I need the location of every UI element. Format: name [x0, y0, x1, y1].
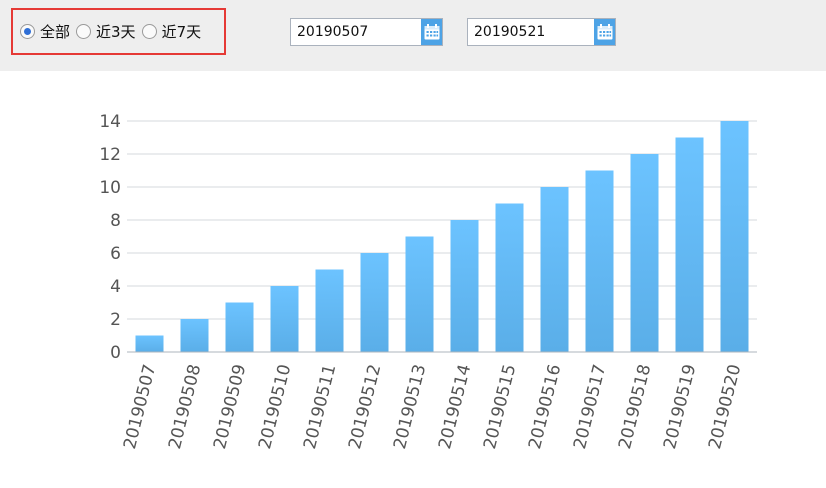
x-tick-label: 20190520 — [705, 362, 745, 451]
date-filter-radio-group: 全部 近3天 近7天 — [11, 8, 226, 55]
bar-20190511[interactable] — [315, 269, 344, 353]
start-date-calendar-button[interactable] — [421, 19, 442, 45]
y-tick-label: 12 — [99, 145, 121, 165]
radio-button-last-3-days[interactable] — [76, 24, 92, 39]
bar-20190514[interactable] — [450, 220, 479, 352]
end-date-field — [467, 18, 616, 46]
y-axis-tick-labels: 0 2 4 6 8 10 12 14 — [99, 112, 121, 363]
radio-option-last-7-days[interactable]: 近7天 — [141, 21, 202, 42]
radio-label-last-3-days: 近3天 — [96, 23, 136, 41]
x-tick-label: 20190509 — [210, 362, 250, 451]
bar-20190516[interactable] — [540, 187, 569, 352]
bar-chart: 02468101214 20190507 20190508 20190509 2019… — [99, 112, 757, 451]
calendar-icon — [597, 24, 612, 40]
y-tick-label: 2 — [110, 310, 121, 330]
chart-bars — [135, 121, 749, 353]
y-tick-label: 8 — [110, 211, 121, 231]
bar-20190510[interactable] — [270, 286, 299, 352]
bar-20190512[interactable] — [360, 253, 389, 352]
bar-20190515[interactable] — [495, 203, 524, 353]
y-tick-label: 6 — [110, 244, 121, 264]
x-tick-label: 20190517 — [570, 362, 610, 451]
radio-option-last-3-days[interactable]: 近3天 — [76, 21, 136, 42]
x-tick-label: 20190518 — [615, 362, 655, 451]
chart-gridlines — [127, 120, 757, 353]
bar-20190519[interactable] — [675, 137, 704, 353]
radio-label-last-7-days: 近7天 — [161, 23, 202, 41]
x-tick-label: 20190510 — [255, 362, 295, 451]
x-tick-label: 20190519 — [660, 362, 700, 451]
bar-20190507[interactable] — [135, 335, 164, 353]
x-axis-tick-labels: 20190507 20190508 20190509 20190510 20190511… — [120, 362, 745, 451]
bar-20190508[interactable] — [180, 319, 209, 352]
x-tick-label: 20190507 — [120, 362, 160, 451]
radio-option-all[interactable]: 全部 — [20, 21, 70, 42]
bar-20190520[interactable] — [720, 121, 749, 352]
bar-20190518[interactable] — [630, 154, 659, 352]
x-tick-label: 20190514 — [435, 362, 475, 451]
x-tick-label: 20190515 — [480, 362, 520, 451]
start-date-input[interactable] — [291, 19, 421, 45]
x-tick-label: 20190508 — [165, 362, 205, 451]
x-tick-label: 20190511 — [300, 362, 340, 451]
radio-button-last-7-days[interactable] — [141, 24, 157, 39]
start-date-field — [290, 18, 443, 46]
x-tick-label: 20190512 — [345, 362, 385, 451]
bar-20190517[interactable] — [585, 170, 614, 353]
y-tick-label: 10 — [99, 178, 121, 198]
x-tick-label: 20190513 — [390, 362, 430, 451]
end-date-calendar-button[interactable] — [594, 19, 615, 45]
radio-label-all: 全部 — [40, 23, 71, 41]
y-tick-label: 4 — [110, 277, 121, 297]
bar-20190513[interactable] — [405, 236, 434, 353]
radio-button-all[interactable] — [20, 24, 35, 39]
x-tick-label: 20190516 — [525, 362, 565, 451]
end-date-input[interactable] — [468, 19, 594, 45]
bar-20190509[interactable] — [225, 302, 254, 353]
y-tick-label: 14 — [99, 112, 121, 132]
toolbar: 全部 近3天 近7天 — [0, 0, 826, 71]
y-tick-label: 0 — [110, 343, 121, 363]
calendar-icon — [424, 24, 439, 40]
